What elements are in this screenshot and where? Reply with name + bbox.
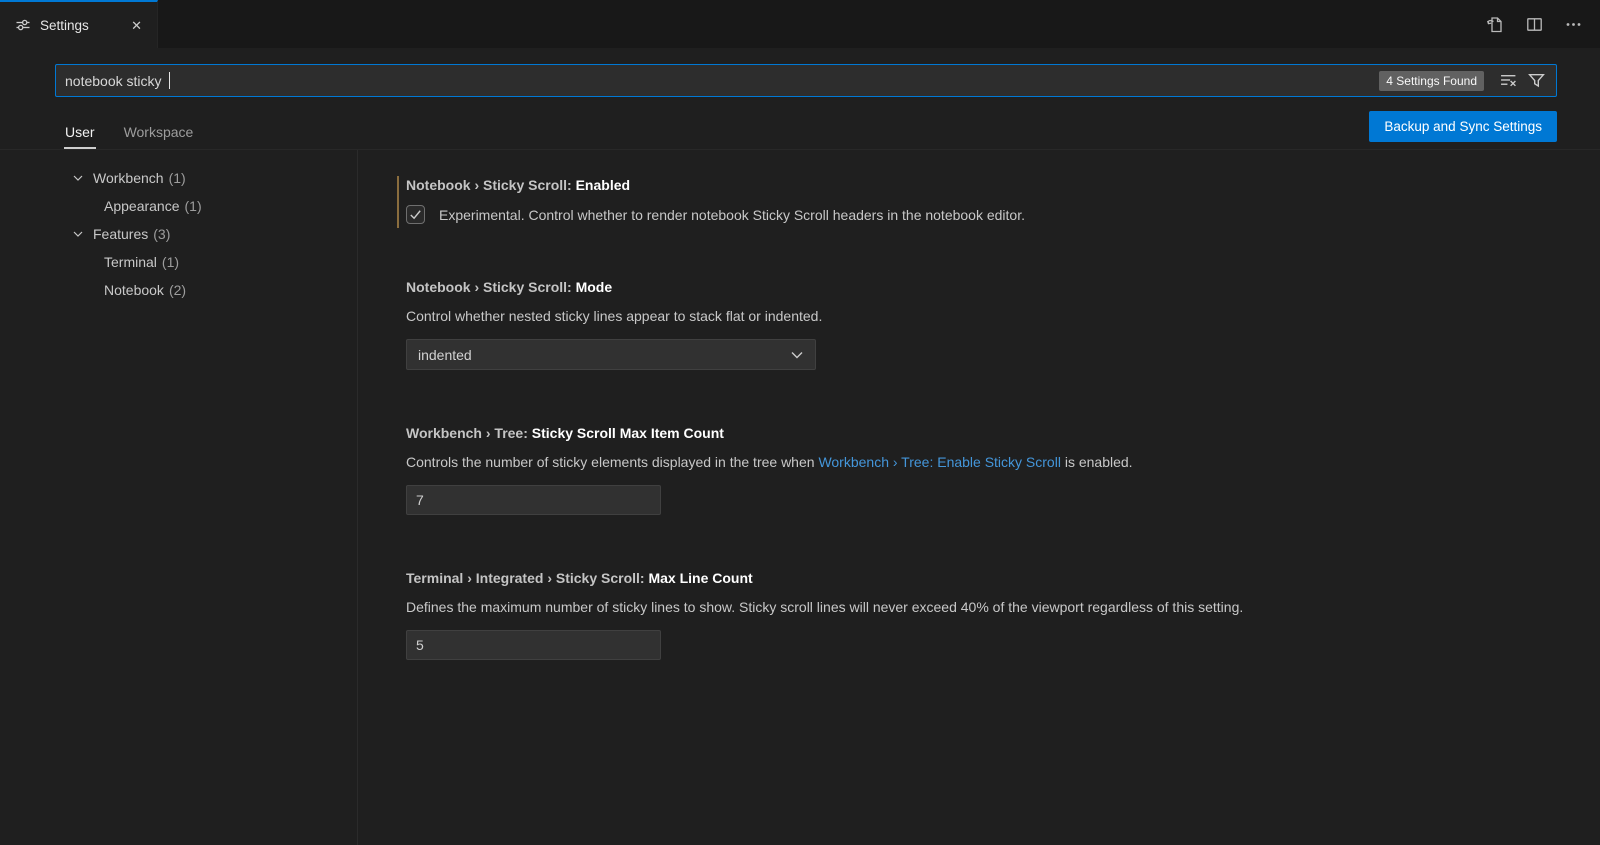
toc-item-label: Appearance: [104, 198, 180, 214]
setting-description: Experimental. Control whether to render …: [439, 206, 1025, 224]
clear-search-filters-icon[interactable]: [1496, 70, 1521, 91]
setting-notebook-sticky-scroll-enabled: Notebook › Sticky Scroll: Enabled Experi…: [406, 176, 1560, 224]
max-line-count-input[interactable]: [406, 630, 661, 660]
mode-select-dropdown[interactable]: indented: [406, 339, 816, 370]
toc-item-label: Terminal: [104, 254, 157, 270]
setting-title: Notebook › Sticky Scroll: Enabled: [406, 176, 1560, 194]
setting-description: Defines the maximum number of sticky lin…: [406, 598, 1560, 616]
toc-item-count: (2): [169, 282, 186, 298]
toc-item-label: Workbench: [93, 170, 164, 186]
max-item-count-input[interactable]: [406, 485, 661, 515]
toc-item-count: (1): [162, 254, 179, 270]
chevron-down-icon[interactable]: [70, 170, 86, 186]
toc-item-notebook[interactable]: Notebook (2): [0, 276, 357, 304]
setting-title: Terminal › Integrated › Sticky Scroll: M…: [406, 569, 1560, 587]
setting-terminal-sticky-scroll-max-line-count: Terminal › Integrated › Sticky Scroll: M…: [406, 569, 1560, 660]
settings-body: Workbench (1) Appearance (1) Features (3…: [0, 150, 1600, 845]
text-caret: [169, 72, 170, 89]
more-actions-icon[interactable]: [1565, 16, 1582, 33]
settings-search-row: notebook sticky 4 Settings Found: [0, 48, 1600, 97]
search-input[interactable]: notebook sticky 4 Settings Found: [55, 64, 1557, 97]
settings-toc-tree: Workbench (1) Appearance (1) Features (3…: [0, 150, 358, 845]
results-count-badge: 4 Settings Found: [1379, 71, 1484, 91]
split-editor-icon[interactable]: [1526, 16, 1543, 33]
toc-item-label: Notebook: [104, 282, 164, 298]
checkbox-checked[interactable]: [406, 205, 425, 224]
setting-notebook-sticky-scroll-mode: Notebook › Sticky Scroll: Mode Control w…: [406, 278, 1560, 370]
toc-item-count: (3): [153, 226, 170, 242]
toc-item-count: (1): [185, 198, 202, 214]
filter-funnel-icon[interactable]: [1524, 70, 1549, 91]
settings-header-row: User Workspace Backup and Sync Settings: [0, 111, 1600, 150]
scope-tab-workspace[interactable]: Workspace: [123, 120, 195, 149]
toc-item-label: Features: [93, 226, 148, 242]
toc-item-workbench[interactable]: Workbench (1): [0, 164, 357, 192]
setting-reference-link[interactable]: Workbench › Tree: Enable Sticky Scroll: [818, 454, 1061, 470]
scope-tab-user[interactable]: User: [64, 120, 96, 149]
tab-title: Settings: [40, 18, 119, 33]
chevron-down-icon: [790, 348, 804, 362]
open-settings-json-icon[interactable]: [1485, 15, 1504, 34]
settings-list: Notebook › Sticky Scroll: Enabled Experi…: [358, 150, 1600, 845]
setting-title: Notebook › Sticky Scroll: Mode: [406, 278, 1560, 296]
setting-description: Controls the number of sticky elements d…: [406, 453, 1560, 471]
editor-tab-bar: Settings ✕: [0, 0, 1600, 48]
setting-description: Control whether nested sticky lines appe…: [406, 307, 1560, 325]
setting-tree-sticky-scroll-max-item-count: Workbench › Tree: Sticky Scroll Max Item…: [406, 424, 1560, 515]
search-input-value: notebook sticky: [65, 73, 165, 89]
chevron-down-icon[interactable]: [70, 226, 86, 242]
settings-sliders-icon: [15, 17, 31, 33]
editor-actions: [1485, 0, 1600, 48]
scope-tabs: User Workspace: [64, 120, 194, 149]
setting-title: Workbench › Tree: Sticky Scroll Max Item…: [406, 424, 1560, 442]
backup-and-sync-settings-button[interactable]: Backup and Sync Settings: [1369, 111, 1557, 142]
toc-item-appearance[interactable]: Appearance (1): [0, 192, 357, 220]
tab-settings[interactable]: Settings ✕: [0, 0, 158, 48]
select-value: indented: [418, 347, 472, 363]
toc-item-features[interactable]: Features (3): [0, 220, 357, 248]
toc-item-count: (1): [169, 170, 186, 186]
close-icon[interactable]: ✕: [128, 16, 145, 35]
toc-item-terminal[interactable]: Terminal (1): [0, 248, 357, 276]
